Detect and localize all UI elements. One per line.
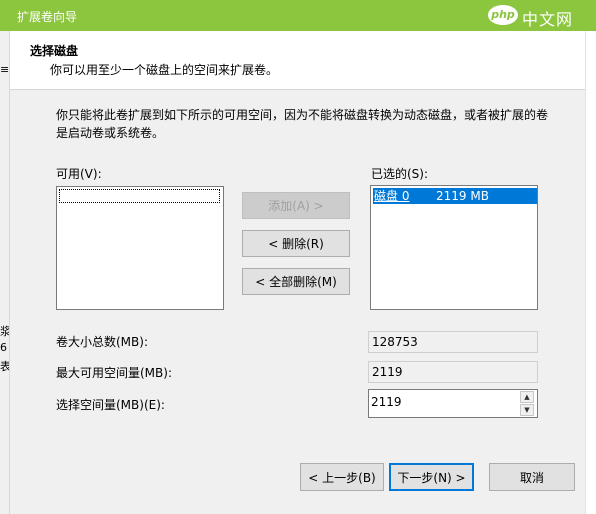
wizard-content: 你只能将此卷扩展到如下所示的可用空间，因为不能将磁盘转换为动态磁盘，或者被扩展的… bbox=[10, 90, 585, 514]
cancel-button[interactable]: 取消 bbox=[489, 463, 575, 491]
remove-button[interactable]: < 删除(R) bbox=[242, 230, 350, 257]
max-space-value: 2119 bbox=[368, 361, 538, 383]
spin-down-icon[interactable]: ▼ bbox=[520, 404, 534, 416]
spin-up-icon[interactable]: ▲ bbox=[520, 391, 534, 403]
selected-label: 已选的(S): bbox=[371, 167, 429, 181]
total-size-label: 卷大小总数(MB): bbox=[56, 335, 148, 349]
background-fragment: 表 bbox=[0, 360, 10, 373]
disk-name: 磁盘 0 bbox=[374, 189, 410, 203]
available-label: 可用(V): bbox=[56, 167, 102, 181]
page-title: 选择磁盘 bbox=[30, 44, 79, 58]
background-fragment: 浆 bbox=[0, 325, 10, 338]
background-window-edge-right bbox=[585, 31, 596, 514]
background-window-edge: ≡ 浆 6 表 bbox=[0, 31, 10, 514]
selected-listbox[interactable]: 磁盘 0 2119 MB bbox=[370, 185, 538, 310]
watermark-site-text: 中文网 bbox=[522, 10, 574, 29]
back-button[interactable]: < 上一步(B) bbox=[300, 463, 384, 491]
list-item[interactable]: 磁盘 0 2119 MB bbox=[373, 188, 537, 204]
select-space-input[interactable] bbox=[371, 393, 511, 411]
remove-all-button[interactable]: < 全部删除(M) bbox=[242, 268, 350, 295]
background-fragment: 6 bbox=[0, 341, 7, 354]
wizard-header: 选择磁盘 你可以用至少一个磁盘上的空间来扩展卷。 bbox=[10, 31, 585, 90]
focus-rectangle bbox=[59, 189, 220, 203]
page-subtitle: 你可以用至少一个磁盘上的空间来扩展卷。 bbox=[50, 63, 279, 77]
php-logo-icon: php bbox=[488, 5, 518, 25]
background-fragment: ≡ bbox=[0, 63, 10, 76]
title-bar[interactable]: 扩展卷向导 php 中文网 bbox=[0, 0, 596, 31]
description-text: 你只能将此卷扩展到如下所示的可用空间，因为不能将磁盘转换为动态磁盘，或者被扩展的… bbox=[56, 108, 549, 140]
select-space-label: 选择空间量(MB)(E): bbox=[56, 398, 165, 412]
add-button[interactable]: 添加(A) > bbox=[242, 192, 350, 219]
total-size-value: 128753 bbox=[368, 331, 538, 353]
window-title: 扩展卷向导 bbox=[17, 10, 78, 24]
watermark-logo: php 中文网 bbox=[486, 3, 596, 29]
available-listbox[interactable] bbox=[56, 186, 224, 310]
disk-size: 2119 MB bbox=[436, 189, 489, 203]
select-space-stepper[interactable]: ▲ ▼ bbox=[368, 389, 538, 418]
next-button[interactable]: 下一步(N) > bbox=[389, 463, 474, 491]
max-space-label: 最大可用空间量(MB): bbox=[56, 366, 172, 380]
